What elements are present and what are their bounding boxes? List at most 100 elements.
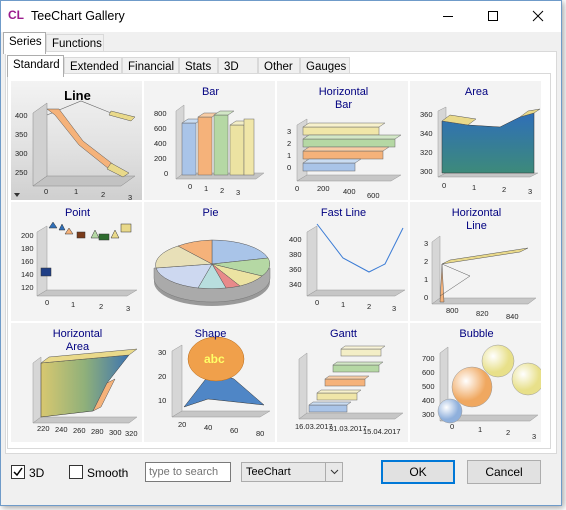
- gallery-item-pie[interactable]: Pie: [143, 201, 276, 322]
- dropdown-arrow-icon: [14, 193, 20, 197]
- gallery-item-fast-line[interactable]: 400 380 360 340 0 1 2 3 Fast Line: [276, 201, 409, 322]
- gallery-item-title: Bubble: [459, 328, 494, 340]
- horizontal-bar-y-tick: 1: [287, 151, 291, 160]
- horizontal-area-x-tick: 300: [109, 428, 122, 437]
- minimize-icon: [442, 16, 453, 17]
- shape-x-tick: 20: [178, 420, 186, 429]
- shape-x-tick: 80: [256, 429, 264, 438]
- style-combo[interactable]: TeeChart: [241, 462, 343, 482]
- gallery-item-title: Point: [64, 207, 91, 219]
- point-x-tick: 1: [71, 300, 75, 309]
- bubble-y-tick: 600: [422, 368, 435, 377]
- app-icon: CL: [8, 8, 24, 22]
- point-y-tick: 140: [21, 270, 34, 279]
- gallery-item-horizontal-area[interactable]: 220 240 260 280 300 320 Horizontal Area: [10, 322, 143, 443]
- gallery-item-title: Horizontal Line: [451, 207, 502, 232]
- shape-y-tick: 20: [158, 372, 166, 381]
- gallery-grid: 400 350 300 250 0 1 2 3 Line 800 600 400…: [10, 80, 543, 444]
- gallery-item-gantt[interactable]: 16.03.2017 31.03.2017 15.04.2017 Gantt: [276, 322, 409, 443]
- gallery-item-title: Gantt: [330, 328, 357, 340]
- gallery-item-title: Horizontal Bar: [318, 86, 369, 111]
- gallery-item-horizontal-line[interactable]: 3 2 1 0 800 820 840 Horizontal Line: [409, 201, 542, 322]
- horizontal-area-x-tick: 240: [55, 425, 68, 434]
- gallery-item-title: Line: [64, 88, 91, 103]
- tab-series[interactable]: Series: [3, 32, 46, 54]
- horizontal-area-x-tick: 260: [73, 426, 86, 435]
- shape-x-tick: 40: [204, 423, 212, 432]
- point-y-tick: 160: [21, 257, 34, 266]
- gallery-item-shape[interactable]: abc 30 20 10 20 40 60 80 Shape: [143, 322, 276, 443]
- bar-chart-preview: 800 600 400 200 0 0 1 2 3: [154, 104, 265, 197]
- gallery-item-area[interactable]: 360 340 320 300 0 1 2 3 Area: [409, 80, 542, 201]
- horizontal-line-y-tick: 0: [424, 293, 428, 302]
- bubble-x-tick: 0: [450, 422, 454, 431]
- line-y-tick: 350: [15, 130, 28, 139]
- smooth-checkbox[interactable]: [69, 465, 83, 479]
- bar-y-tick: 0: [164, 169, 168, 178]
- search-input[interactable]: [145, 462, 231, 482]
- ok-button[interactable]: OK: [381, 460, 455, 484]
- 3d-checkbox-label: 3D: [29, 466, 45, 480]
- tab-standard[interactable]: Standard: [7, 55, 64, 77]
- shape-label: abc: [204, 352, 225, 366]
- bar-y-tick: 400: [154, 139, 167, 148]
- gallery-item-horizontal-bar[interactable]: 3 2 1 0 0 200 400 600 Horizontal Bar: [276, 80, 409, 201]
- bar-y-tick: 800: [154, 109, 167, 118]
- horizontal-line-y-tick: 3: [424, 239, 428, 248]
- horizontal-line-x-tick: 800: [446, 306, 459, 315]
- shape-x-tick: 60: [230, 426, 238, 435]
- style-combo-value: TeeChart: [246, 466, 291, 478]
- teechart-gallery-window: CL TeeChart Gallery Series Functions Sta…: [0, 0, 562, 506]
- gallery-item-line[interactable]: 400 350 300 250 0 1 2 3 Line: [10, 80, 143, 201]
- area-y-tick: 360: [420, 110, 433, 119]
- close-icon: [532, 10, 543, 22]
- area-y-tick: 300: [420, 167, 433, 176]
- fast-line-y-tick: 380: [289, 250, 302, 259]
- smooth-checkbox-label: Smooth: [87, 466, 129, 480]
- bar-x-tick: 2: [220, 186, 224, 195]
- maximize-button[interactable]: [470, 1, 515, 31]
- point-x-tick: 3: [126, 304, 130, 313]
- horizontal-bar-y-tick: 3: [287, 127, 291, 136]
- bar-x-tick: 3: [236, 188, 240, 197]
- gallery-item-title: Bar: [201, 86, 220, 98]
- gallery-item-bubble[interactable]: 700 600 500 400 300 0 1 2 3 Bubble: [409, 322, 542, 443]
- bubble-y-tick: 400: [422, 396, 435, 405]
- bubble-x-tick: 1: [478, 425, 482, 434]
- horizontal-line-y-tick: 1: [424, 275, 428, 284]
- fast-line-y-tick: 400: [289, 235, 302, 244]
- gallery-item-bar[interactable]: 800 600 400 200 0 0 1 2 3 Bar: [143, 80, 276, 201]
- close-button[interactable]: [515, 1, 560, 31]
- gallery-item-title: Pie: [202, 207, 219, 219]
- point-x-tick: 0: [45, 298, 49, 307]
- shape-y-tick: 10: [158, 396, 166, 405]
- window-title: TeeChart Gallery: [31, 9, 125, 23]
- bar-x-tick: 1: [204, 184, 208, 193]
- line-x-tick: 2: [101, 190, 105, 199]
- checkmark-icon: [13, 467, 23, 477]
- bubble-x-tick: 2: [506, 428, 510, 437]
- point-x-tick: 2: [99, 302, 103, 311]
- gallery-item-title: Area: [464, 86, 489, 98]
- horizontal-line-x-tick: 820: [476, 309, 489, 318]
- bubble-y-tick: 500: [422, 382, 435, 391]
- fast-line-x-tick: 0: [315, 298, 319, 307]
- bubble-y-tick: 300: [422, 410, 435, 419]
- horizontal-bar-x-tick: 0: [295, 184, 299, 193]
- 3d-checkbox[interactable]: [11, 465, 25, 479]
- line-y-tick: 250: [15, 168, 28, 177]
- minimize-button[interactable]: [425, 1, 470, 31]
- horizontal-area-x-tick: 220: [37, 424, 50, 433]
- horizontal-line-x-tick: 840: [506, 312, 519, 321]
- fast-line-y-tick: 340: [289, 280, 302, 289]
- bubble-y-tick: 700: [422, 354, 435, 363]
- area-x-tick: 2: [502, 185, 506, 194]
- bar-x-tick: 0: [188, 182, 192, 191]
- gallery-item-point[interactable]: 200 180 160 140 120 0 1 2 3 Point: [10, 201, 143, 322]
- cancel-button[interactable]: Cancel: [467, 460, 541, 484]
- fast-line-y-tick: 360: [289, 265, 302, 274]
- horizontal-bar-x-tick: 400: [343, 187, 356, 196]
- line-x-tick: 0: [44, 187, 48, 196]
- horizontal-bar-y-tick: 2: [287, 139, 291, 148]
- line-y-tick: 400: [15, 111, 28, 120]
